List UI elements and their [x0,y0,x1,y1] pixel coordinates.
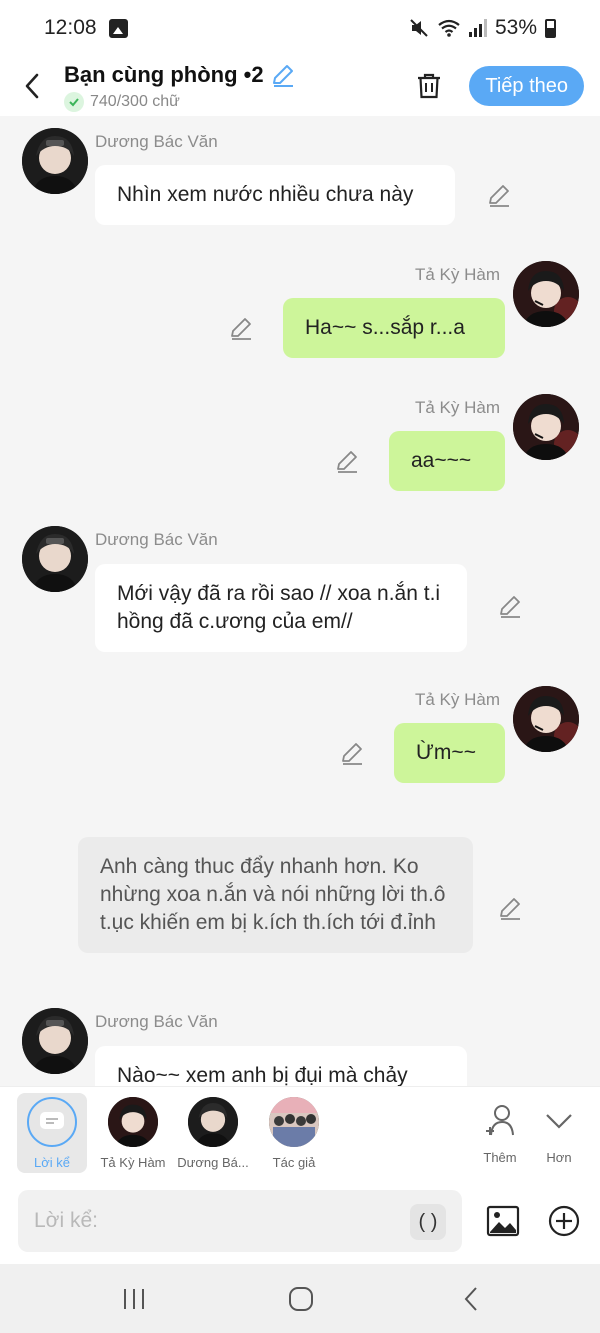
add-icon[interactable] [547,1204,581,1238]
system-nav-bar [0,1264,600,1333]
status-time: 12:08 [44,16,97,39]
chevron-down-icon [546,1114,572,1129]
status-bar: 12:08 53% [0,0,600,56]
avatar-ta-ky-ham[interactable] [513,261,579,327]
sender-name: Tả Kỳ Hàm [415,398,501,417]
image-icon[interactable] [486,1204,520,1238]
composer: Lời kể: ( ) [0,1180,600,1264]
chat-header: Bạn cùng phòng •2 740/300 chữ Tiếp theo [0,56,600,116]
trash-icon [418,73,441,99]
narration-bubble[interactable]: Anh càng thuc đẩy nhanh hơn. Ko nhừng xo… [78,837,473,953]
check-icon [64,92,84,112]
chat-area[interactable]: Dương Bác Văn Nhìn xem nước nhiều chưa n… [0,116,600,1086]
home-button[interactable] [281,1284,321,1314]
character-selector: Lời kể Tả Kỳ Hàm Dương Bá... Tác giả Thê… [0,1086,600,1180]
character-label: Dương Bá... [177,1155,249,1170]
avatar-author [269,1097,319,1147]
more-button[interactable]: Hơn [519,1093,599,1173]
message-bubble[interactable]: Nhìn xem nước nhiều chưa này [95,165,455,225]
message-bubble[interactable]: Ừm~~ [394,723,505,783]
image-notification-icon [108,18,128,38]
story-title: Bạn cùng phòng •2 [64,62,264,87]
recents-icon [124,1289,144,1309]
edit-message-icon[interactable] [228,315,254,341]
wifi-icon [438,19,460,37]
signal-icon [468,19,487,37]
narrator-label: Lời kể [34,1155,70,1170]
author-label: Tác giả [272,1155,316,1170]
edit-message-icon[interactable] [334,448,360,474]
recent-apps-button[interactable] [114,1284,154,1314]
narration-icon [40,1112,64,1129]
parentheses-button[interactable]: ( ) [410,1204,446,1240]
system-back-button[interactable] [451,1284,491,1314]
character-option-ta-ky-ham[interactable]: Tả Kỳ Hàm [93,1093,173,1173]
avatar-duong-bac-van[interactable] [22,128,88,194]
sender-name: Tả Kỳ Hàm [415,265,501,284]
battery-percent: 53% [494,16,537,39]
word-count: 740/300 chữ [90,93,180,110]
avatar-ta-ky-ham [108,1097,158,1147]
more-label: Hơn [546,1150,572,1165]
character-label: Tả Kỳ Hàm [100,1155,166,1170]
avatar-ta-ky-ham[interactable] [513,686,579,752]
message-bubble[interactable]: Ha~~ s...sắp r...a [283,298,505,358]
author-option[interactable]: Tác giả [254,1093,334,1173]
edit-message-icon[interactable] [486,182,512,208]
avatar-duong-bac-van[interactable] [22,526,88,592]
edit-message-icon[interactable] [339,740,365,766]
sender-name: Dương Bác Văn [95,1012,218,1031]
avatar-duong-bac-van[interactable] [22,1008,88,1074]
narrator-option[interactable]: Lời kể [17,1093,87,1173]
edit-message-icon[interactable] [497,593,523,619]
edit-message-icon[interactable] [497,895,523,921]
avatar-ta-ky-ham[interactable] [513,394,579,460]
delete-button[interactable] [409,66,449,106]
sender-name: Dương Bác Văn [95,132,218,151]
message-bubble[interactable]: aa~~~ [389,431,505,491]
back-button[interactable] [0,56,64,116]
back-arrow-icon [464,1287,477,1311]
avatar-duong-bac-van [188,1097,238,1147]
add-user-icon [486,1105,514,1136]
chevron-left-icon [25,73,39,99]
narration-input[interactable]: Lời kể: [18,1190,462,1252]
sender-name: Tả Kỳ Hàm [415,690,501,709]
message-bubble[interactable]: Mới vậy đã ra rồi sao // xoa n.ắn t.i hồ… [95,564,467,652]
edit-title-icon[interactable] [270,62,296,88]
mute-icon [410,19,428,37]
battery-icon [545,18,556,38]
character-option-duong-bac-van[interactable]: Dương Bá... [173,1093,253,1173]
next-button[interactable]: Tiếp theo [469,66,584,106]
sender-name: Dương Bác Văn [95,530,218,549]
message-bubble[interactable]: Nào~~ xem anh bị đụi mà chảy [95,1046,467,1086]
home-icon [289,1287,313,1311]
